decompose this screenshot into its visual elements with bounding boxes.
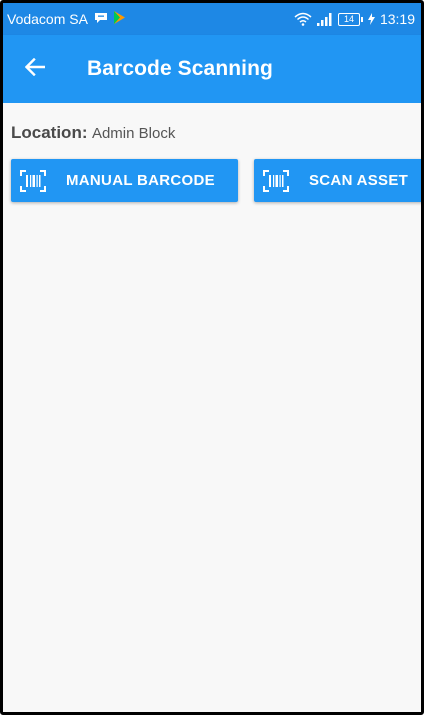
location-row: Location: Admin Block	[11, 123, 175, 143]
chat-notification-icon	[94, 11, 108, 27]
app-bar: Barcode Scanning	[3, 35, 421, 103]
wifi-icon	[294, 12, 312, 26]
main-content: Location: Admin Block MANUAL BARCODE SCA…	[3, 103, 421, 712]
battery-level: 14	[343, 13, 354, 24]
scan-asset-button[interactable]: SCAN ASSET	[254, 159, 421, 202]
signal-icon	[316, 12, 333, 26]
location-label: Location:	[11, 123, 88, 142]
phone-screen: Vodacom SA 14 13:19 Barcode Scanning Loc…	[0, 0, 424, 715]
page-title: Barcode Scanning	[87, 57, 273, 80]
barcode-scan-icon	[20, 169, 46, 192]
barcode-scan-icon	[263, 169, 289, 192]
status-right: 14 13:19	[294, 11, 415, 27]
manual-barcode-label: MANUAL BARCODE	[66, 172, 215, 189]
play-store-icon	[113, 11, 125, 27]
clock: 13:19	[379, 11, 415, 27]
manual-barcode-button[interactable]: MANUAL BARCODE	[11, 159, 238, 202]
arrow-left-icon	[24, 57, 46, 81]
location-value: Admin Block	[91, 125, 176, 142]
carrier-name: Vodacom SA	[7, 11, 88, 27]
status-left: Vodacom SA	[7, 11, 125, 27]
status-bar: Vodacom SA 14 13:19	[3, 3, 421, 35]
battery-icon: 14	[337, 12, 363, 26]
charging-icon	[367, 13, 375, 25]
scan-asset-label: SCAN ASSET	[309, 172, 409, 189]
back-button[interactable]	[3, 35, 67, 103]
